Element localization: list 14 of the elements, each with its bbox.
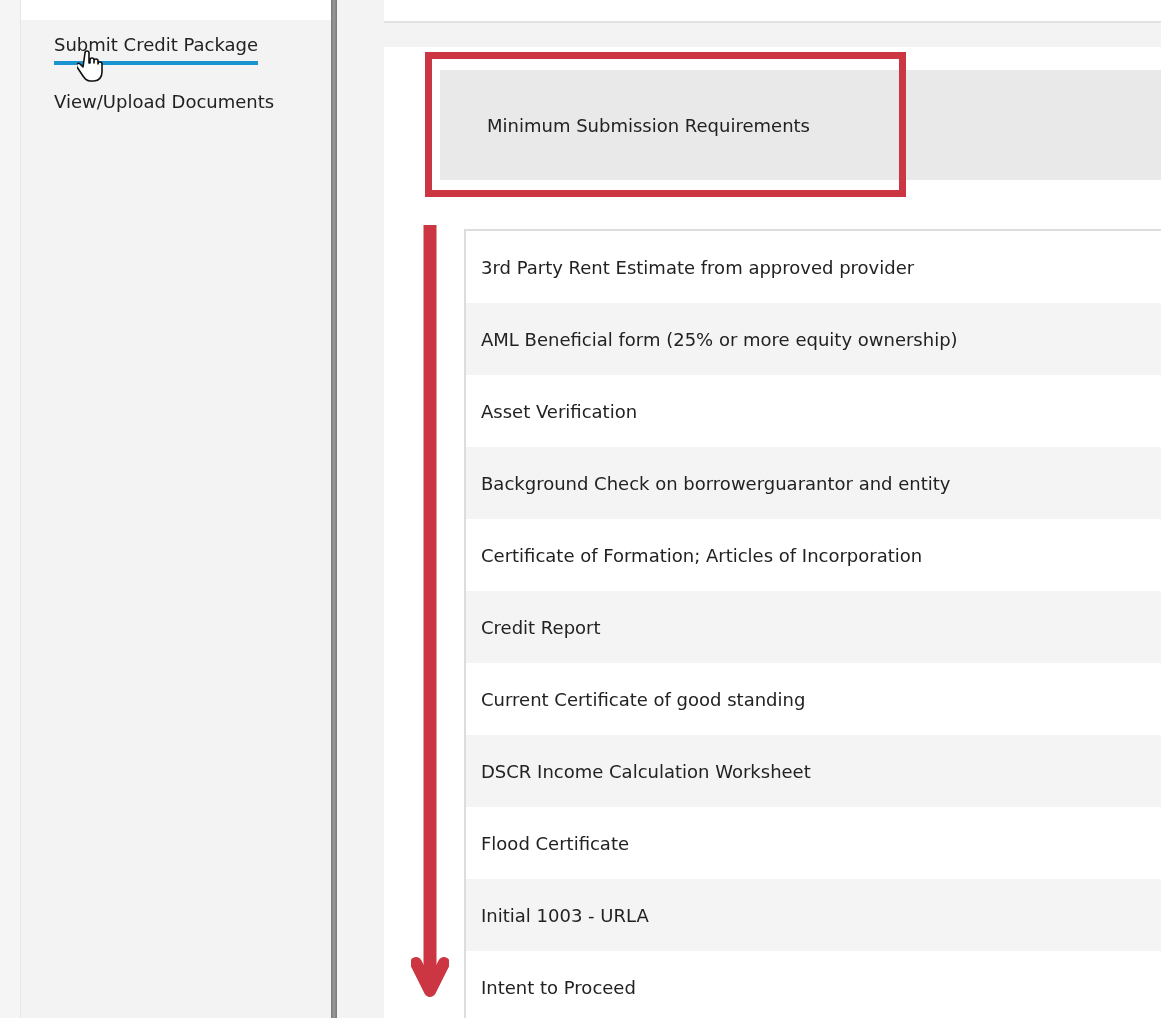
requirement-row-text: Current Certificate of good standing	[480, 687, 807, 712]
requirement-row: Credit Report	[466, 591, 1161, 663]
sidebar-link[interactable]: View/Upload Documents	[54, 91, 275, 122]
requirement-row-text: Certificate of Formation; Articles of Incorporation	[480, 543, 924, 568]
requirement-row-text: Asset Verification	[480, 399, 639, 424]
requirement-row-text: Flood Certificate	[480, 831, 631, 856]
requirement-row-text: 3rd Party Rent Estimate from approved provider	[480, 255, 916, 280]
hand-cursor-icon	[77, 50, 103, 82]
requirement-row: DSCR Income Calculation Worksheet	[466, 735, 1161, 807]
requirement-row: Initial 1003 - URLA	[466, 879, 1161, 951]
requirement-row-text: Intent to Proceed	[480, 975, 637, 1000]
requirement-row: AML Beneficial form (25% or more equity ownership)	[466, 303, 1161, 375]
section-title: Minimum Submission Requirements	[487, 114, 810, 136]
requirement-row: Background Check on borrowerguarantor and entity	[466, 447, 1161, 519]
